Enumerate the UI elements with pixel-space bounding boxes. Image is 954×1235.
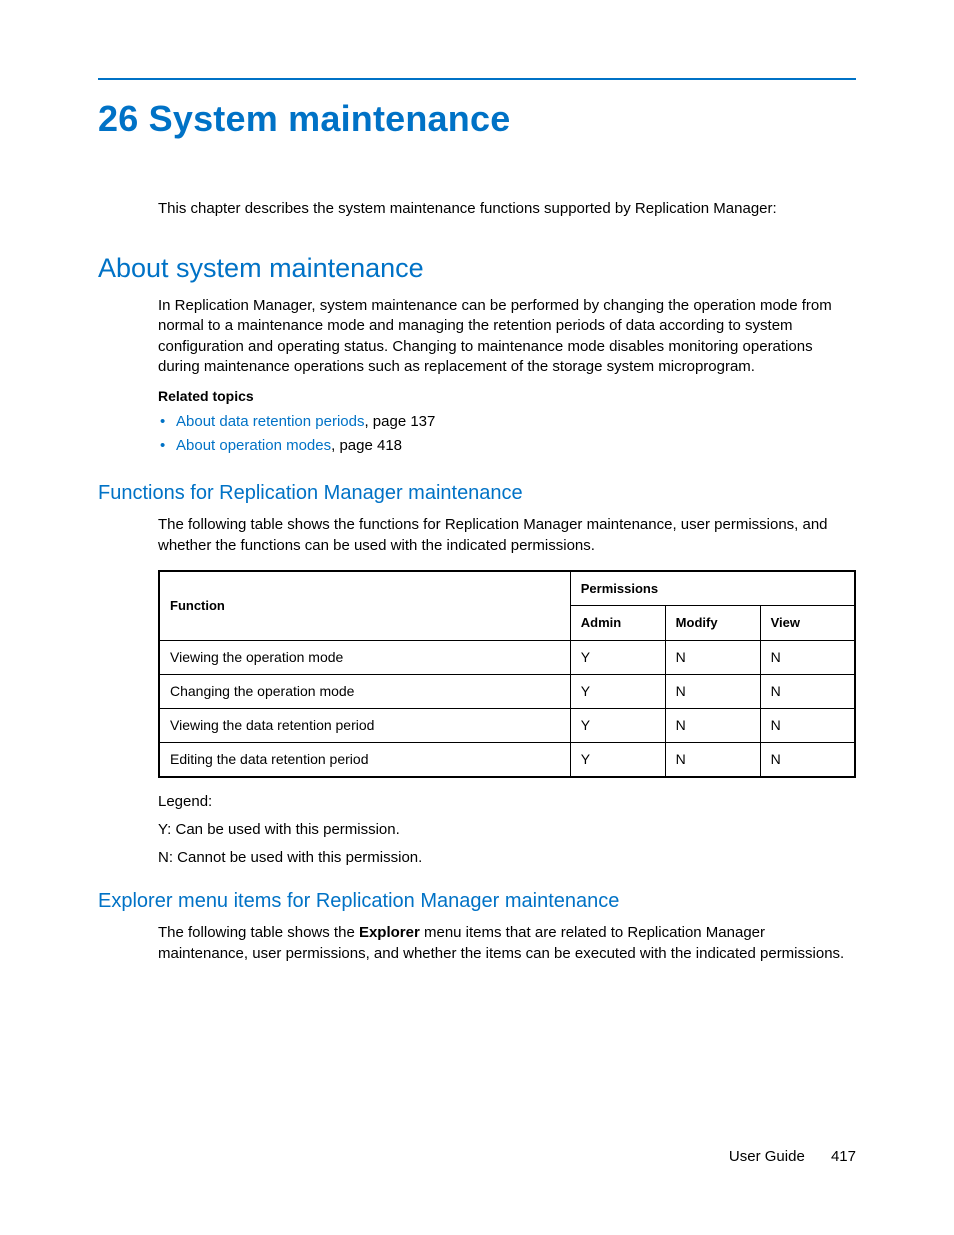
related-suffix: , page 418	[331, 437, 402, 454]
cell-modify: N	[665, 708, 760, 742]
th-function: Function	[159, 571, 570, 641]
legend-title: Legend:	[158, 792, 856, 812]
section-about-body: In Replication Manager, system maintenan…	[158, 296, 856, 456]
functions-para: The following table shows the functions …	[158, 515, 856, 556]
footer-page: 417	[831, 1148, 856, 1165]
page-footer: User Guide 417	[729, 1148, 856, 1165]
table-row: Viewing the operation mode Y N N	[159, 640, 855, 674]
related-item: About data retention periods, page 137	[158, 412, 856, 432]
th-view: View	[760, 606, 855, 641]
chapter-intro: This chapter describes the system mainte…	[158, 200, 856, 217]
section-functions: Functions for Replication Manager mainte…	[98, 482, 856, 505]
related-topics-heading: Related topics	[158, 387, 856, 406]
related-item: About operation modes, page 418	[158, 436, 856, 456]
cell-admin: Y	[570, 742, 665, 776]
cell-admin: Y	[570, 674, 665, 708]
section-explorer-body: The following table shows the Explorer m…	[158, 923, 856, 964]
cell-admin: Y	[570, 708, 665, 742]
table-row: Viewing the data retention period Y N N	[159, 708, 855, 742]
related-suffix: , page 137	[364, 413, 435, 430]
chapter-name: System maintenance	[149, 98, 511, 139]
footer-label: User Guide	[729, 1148, 805, 1165]
top-rule	[98, 78, 856, 80]
about-para: In Replication Manager, system maintenan…	[158, 296, 856, 377]
cell-view: N	[760, 742, 855, 776]
related-topics-list: About data retention periods, page 137 A…	[158, 412, 856, 457]
legend: Legend: Y: Can be used with this permiss…	[158, 792, 856, 869]
cell-fn: Changing the operation mode	[159, 674, 570, 708]
cell-view: N	[760, 708, 855, 742]
cell-fn: Viewing the data retention period	[159, 708, 570, 742]
explorer-para-pre: The following table shows the	[158, 924, 359, 941]
chapter-number: 26	[98, 98, 138, 139]
th-admin: Admin	[570, 606, 665, 641]
legend-n: N: Cannot be used with this permission.	[158, 848, 856, 868]
cell-modify: N	[665, 674, 760, 708]
th-permissions: Permissions	[570, 571, 855, 606]
table-row: Changing the operation mode Y N N	[159, 674, 855, 708]
chapter-title: 26 System maintenance	[98, 98, 856, 140]
cell-admin: Y	[570, 640, 665, 674]
cell-modify: N	[665, 640, 760, 674]
cell-modify: N	[665, 742, 760, 776]
related-link[interactable]: About data retention periods	[176, 413, 364, 430]
table-row: Editing the data retention period Y N N	[159, 742, 855, 776]
cell-fn: Editing the data retention period	[159, 742, 570, 776]
section-functions-body: The following table shows the functions …	[158, 515, 856, 868]
related-link[interactable]: About operation modes	[176, 437, 331, 454]
cell-view: N	[760, 640, 855, 674]
page: 26 System maintenance This chapter descr…	[0, 0, 954, 1235]
explorer-para: The following table shows the Explorer m…	[158, 923, 856, 964]
section-about: About system maintenance	[98, 253, 856, 284]
permissions-table: Function Permissions Admin Modify View V…	[158, 570, 856, 778]
th-modify: Modify	[665, 606, 760, 641]
section-explorer: Explorer menu items for Replication Mana…	[98, 890, 856, 913]
cell-view: N	[760, 674, 855, 708]
legend-y: Y: Can be used with this permission.	[158, 820, 856, 840]
explorer-para-bold: Explorer	[359, 924, 420, 941]
cell-fn: Viewing the operation mode	[159, 640, 570, 674]
